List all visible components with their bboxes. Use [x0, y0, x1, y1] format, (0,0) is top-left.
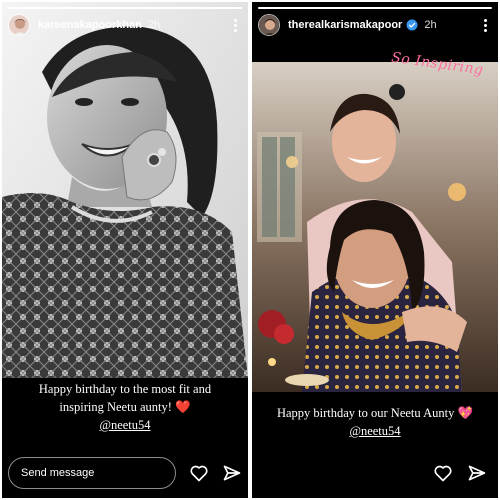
mention-link[interactable]: @neetu54	[99, 418, 150, 432]
story-header: kareenakapoorkhan 2h	[8, 12, 242, 38]
avatar[interactable]	[8, 14, 30, 36]
post-time: 2h	[424, 19, 437, 31]
username[interactable]: kareenakapoorkhan	[38, 19, 142, 31]
username[interactable]: therealkarismakapoor	[288, 19, 402, 31]
send-icon[interactable]	[221, 462, 242, 484]
heart-icon[interactable]	[432, 462, 454, 484]
sparkling-heart-emoji-icon: 💖	[457, 406, 474, 420]
story-progress-bar	[8, 7, 242, 9]
caption-line-1: Happy birthday to our Neetu Aunty	[276, 406, 455, 420]
more-icon[interactable]	[228, 16, 242, 34]
story-caption: Happy birthday to our Neetu Aunty 💖 @nee…	[260, 404, 490, 440]
caption-line-2: inspiring Neetu aunty!	[59, 400, 172, 414]
verified-badge-icon	[406, 19, 418, 31]
post-time: 2h	[147, 19, 161, 31]
red-heart-emoji-icon: ❤️	[175, 400, 191, 414]
caption-line-1: Happy birthday to the most fit and	[38, 382, 212, 396]
more-icon[interactable]	[478, 16, 492, 34]
story-footer	[252, 448, 498, 498]
story-progress-bar	[258, 7, 492, 9]
avatar[interactable]	[258, 14, 280, 36]
story-panel-kareena[interactable]: kareenakapoorkhan 2h Happy birthday to t…	[2, 2, 248, 498]
story-panel-karisma[interactable]: So Inspiring therealkarismakapoor 2h Hap…	[252, 2, 498, 498]
story-footer	[2, 448, 248, 498]
mention-link[interactable]: @neetu54	[349, 424, 400, 438]
send-message-input[interactable]	[8, 457, 176, 489]
story-header: therealkarismakapoor 2h	[258, 12, 492, 38]
story-caption: Happy birthday to the most fit and inspi…	[10, 380, 240, 434]
story-photo-bw-portrait	[2, 2, 248, 378]
story-photo-color	[252, 62, 498, 392]
heart-icon[interactable]	[188, 462, 209, 484]
send-icon[interactable]	[466, 462, 488, 484]
